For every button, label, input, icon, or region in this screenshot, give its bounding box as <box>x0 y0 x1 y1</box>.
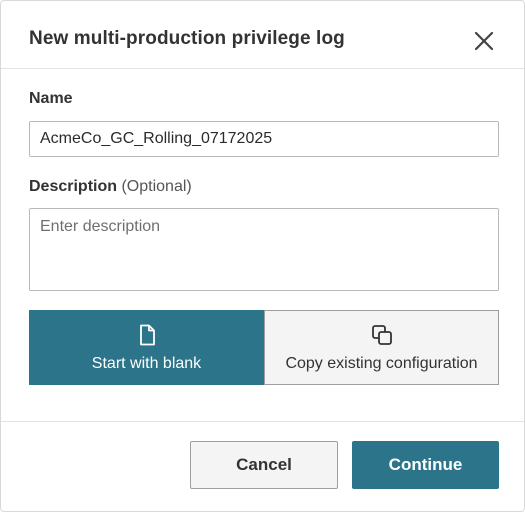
close-button[interactable] <box>472 29 496 53</box>
name-input[interactable] <box>29 121 499 157</box>
start-with-blank-label: Start with blank <box>91 355 202 372</box>
name-label: Name <box>29 90 73 107</box>
cancel-button[interactable]: Cancel <box>190 441 338 489</box>
copy-icon <box>371 325 392 345</box>
close-icon <box>474 31 494 51</box>
blank-document-icon <box>139 324 155 346</box>
description-label-text: Description <box>29 178 118 195</box>
optional-hint: (Optional) <box>121 178 192 195</box>
description-input[interactable] <box>29 208 499 291</box>
description-label: Description (Optional) <box>29 178 192 196</box>
start-with-blank-option[interactable]: Start with blank <box>29 310 264 385</box>
dialog-title: New multi-production privilege log <box>29 28 345 49</box>
dialog-header: New multi-production privilege log <box>1 1 524 69</box>
dialog-footer: Cancel Continue <box>1 421 524 513</box>
start-option-group: Start with blank Copy existing configura… <box>29 310 499 385</box>
copy-existing-configuration-label: Copy existing configuration <box>285 355 478 372</box>
copy-existing-configuration-option[interactable]: Copy existing configuration <box>264 310 499 385</box>
continue-button[interactable]: Continue <box>352 441 499 489</box>
new-privilege-log-dialog: New multi-production privilege log Name … <box>0 0 525 512</box>
